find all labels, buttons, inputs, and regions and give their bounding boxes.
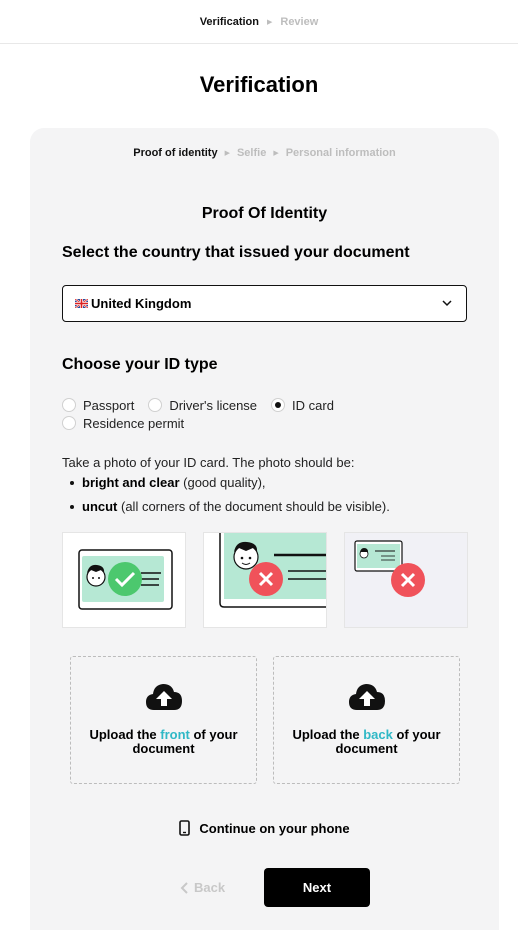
back-button-label: Back xyxy=(194,880,226,895)
upload-back-label: Upload the back of your document xyxy=(292,727,441,756)
sample-good-photo xyxy=(62,532,186,628)
radio-circle xyxy=(62,398,76,412)
id-type-radio-group: Passport Driver's license ID card Reside… xyxy=(62,396,472,432)
country-select[interactable]: United Kingdom xyxy=(62,285,467,322)
radio-label: Residence permit xyxy=(83,415,185,431)
chevron-left-icon xyxy=(180,881,188,894)
sub-step-selfie: Selfie xyxy=(236,147,267,159)
instruction-item: uncut (all corners of the document shoul… xyxy=(62,498,472,516)
phone-icon xyxy=(179,820,191,836)
step-arrow-icon: ▶ xyxy=(266,18,273,26)
radio-label: Passport xyxy=(83,397,135,413)
upload-back-button[interactable]: Upload the back of your document xyxy=(273,656,460,784)
radio-label: ID card xyxy=(292,397,334,413)
sample-cut-photo xyxy=(203,532,327,628)
back-button[interactable]: Back xyxy=(180,880,225,895)
sub-step-proof-of-identity: Proof of identity xyxy=(133,147,218,159)
id-card-good-illustration xyxy=(78,549,173,610)
instructions-intro: Take a photo of your ID card. The photo … xyxy=(62,455,355,470)
sub-step-personal-information: Personal information xyxy=(285,147,396,159)
cloud-upload-icon xyxy=(145,684,182,710)
upload-front-label: Upload the front of your document xyxy=(89,727,238,756)
sub-stepper: Proof of identity ▶ Selfie ▶ Personal in… xyxy=(30,147,499,159)
radio-circle-selected xyxy=(271,398,286,412)
uk-flag-icon xyxy=(75,299,88,308)
radio-residence-permit[interactable]: Residence permit xyxy=(62,416,184,431)
page-title: Verification xyxy=(199,72,319,97)
top-step-review: Review xyxy=(280,15,319,28)
country-label: Select the country that issued your docu… xyxy=(62,244,410,261)
continue-on-phone-label: Continue on your phone xyxy=(199,820,350,836)
radio-passport[interactable]: Passport xyxy=(62,398,134,413)
radio-label: Driver's license xyxy=(169,397,258,413)
id-card-small-illustration xyxy=(354,540,425,597)
radio-circle xyxy=(62,416,76,430)
id-type-label: Choose your ID type xyxy=(62,356,218,373)
next-button[interactable]: Next xyxy=(264,868,370,907)
step-arrow-icon: ▶ xyxy=(224,150,230,157)
radio-circle xyxy=(148,398,163,412)
cloud-upload-icon xyxy=(348,684,385,710)
continue-on-phone-link[interactable]: Continue on your phone xyxy=(30,820,499,836)
top-stepper: Verification ▶ Review xyxy=(0,0,518,44)
photo-instructions: Take a photo of your ID card. The photo … xyxy=(62,454,472,522)
upload-front-button[interactable]: Upload the front of your document xyxy=(70,656,257,784)
radio-id-card[interactable]: ID card xyxy=(271,398,334,413)
chevron-down-icon xyxy=(442,300,452,307)
step-arrow-icon: ▶ xyxy=(273,150,279,157)
sample-small-photo xyxy=(344,532,468,628)
section-title: Proof Of Identity xyxy=(201,205,328,222)
check-icon xyxy=(108,562,142,596)
top-step-verification: Verification xyxy=(199,15,259,28)
instruction-item: bright and clear (good quality), xyxy=(62,474,472,492)
id-card-cut-illustration xyxy=(219,533,326,608)
radio-drivers-license[interactable]: Driver's license xyxy=(148,398,257,413)
verification-card: Proof of identity ▶ Selfie ▶ Personal in… xyxy=(30,128,499,930)
country-select-value: United Kingdom xyxy=(91,296,192,311)
instructions-list: bright and clear (good quality), uncut (… xyxy=(62,474,472,516)
